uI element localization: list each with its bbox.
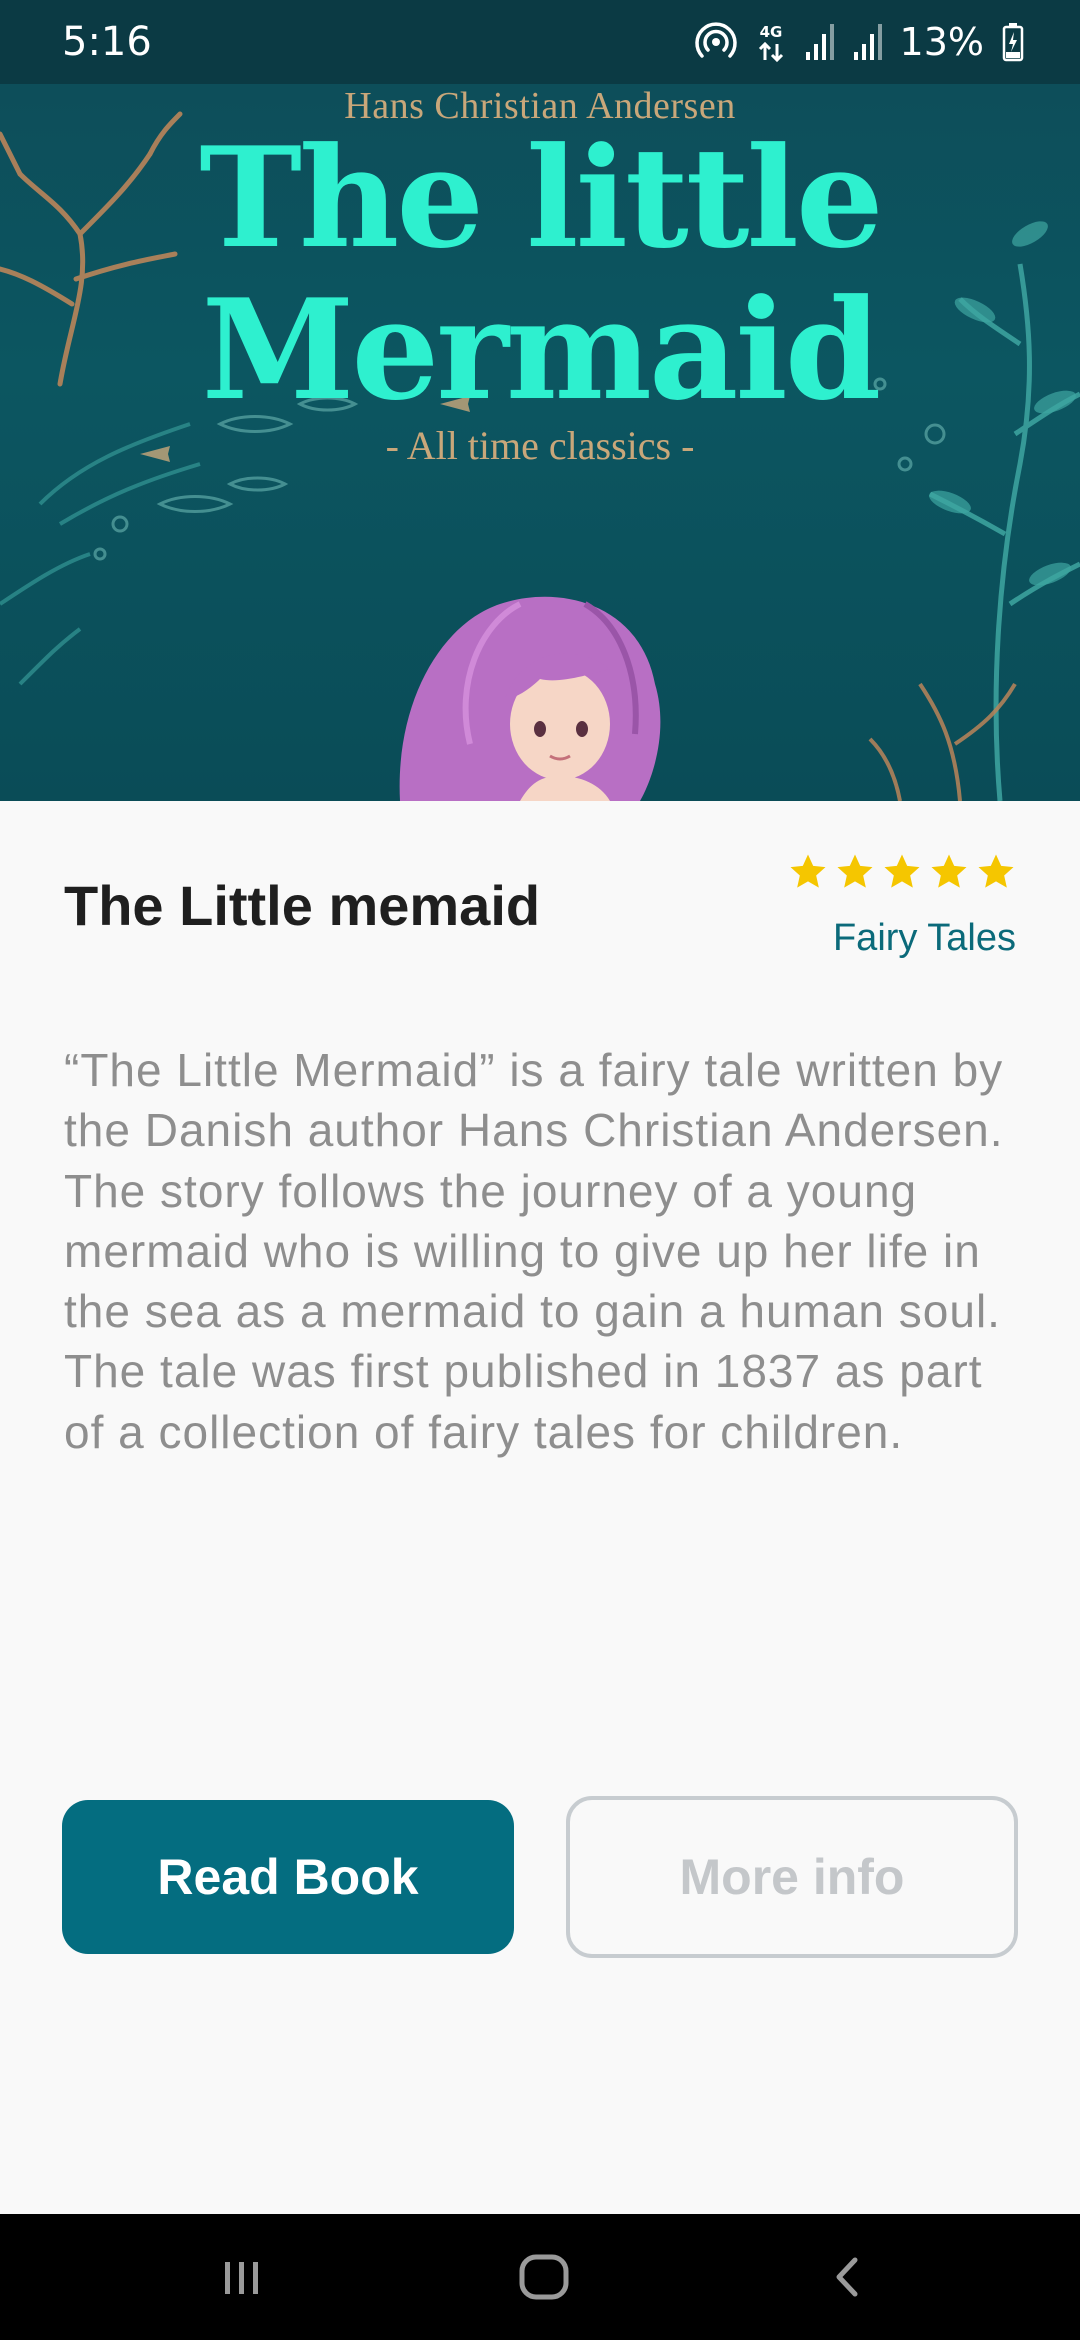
read-book-button-label: Read Book bbox=[157, 1849, 419, 1905]
hotspot-icon bbox=[694, 20, 738, 64]
network-4g-icon: 4G bbox=[756, 20, 786, 64]
battery-charging-icon bbox=[1002, 22, 1024, 62]
star-icon bbox=[790, 854, 826, 888]
battery-percent: 13% bbox=[899, 20, 984, 64]
star-icon bbox=[837, 854, 873, 888]
star-icon bbox=[978, 854, 1014, 888]
svg-text:4G: 4G bbox=[759, 23, 782, 41]
status-bar: 5:16 4G 13% bbox=[0, 0, 1080, 84]
genre-label: Fairy Tales bbox=[832, 917, 1016, 959]
rating-stars bbox=[788, 852, 1016, 892]
status-time: 5:16 bbox=[62, 19, 152, 65]
status-icons: 4G 13% bbox=[694, 18, 1024, 66]
back-button[interactable] bbox=[748, 2214, 948, 2340]
home-icon bbox=[519, 2254, 569, 2300]
home-button[interactable] bbox=[444, 2214, 644, 2340]
signal-icon bbox=[852, 22, 882, 62]
cover-title: The little Mermaid bbox=[0, 122, 1080, 426]
recent-apps-icon bbox=[225, 2262, 258, 2294]
more-info-button[interactable]: More info bbox=[566, 1796, 1018, 1958]
navigation-bar bbox=[0, 2214, 1080, 2340]
signal-icon bbox=[804, 22, 834, 62]
cover-title-line1: The little bbox=[199, 116, 883, 279]
read-book-button[interactable]: Read Book bbox=[62, 1800, 514, 1954]
star-icon bbox=[931, 854, 967, 888]
cover-title-line2: Mermaid bbox=[201, 268, 882, 431]
recent-apps-button[interactable] bbox=[142, 2214, 342, 2340]
cover-subtitle: - All time classics - bbox=[385, 423, 695, 468]
more-info-button-label: More info bbox=[679, 1849, 905, 1905]
book-description: “The Little Mermaid” is a fairy tale wri… bbox=[64, 1044, 1004, 1458]
star-icon bbox=[884, 854, 920, 888]
back-icon bbox=[836, 2257, 858, 2297]
book-title: The Little memaid bbox=[64, 874, 541, 937]
book-cover-image: Hans Christian Andersen The little Merma… bbox=[0, 84, 1080, 801]
